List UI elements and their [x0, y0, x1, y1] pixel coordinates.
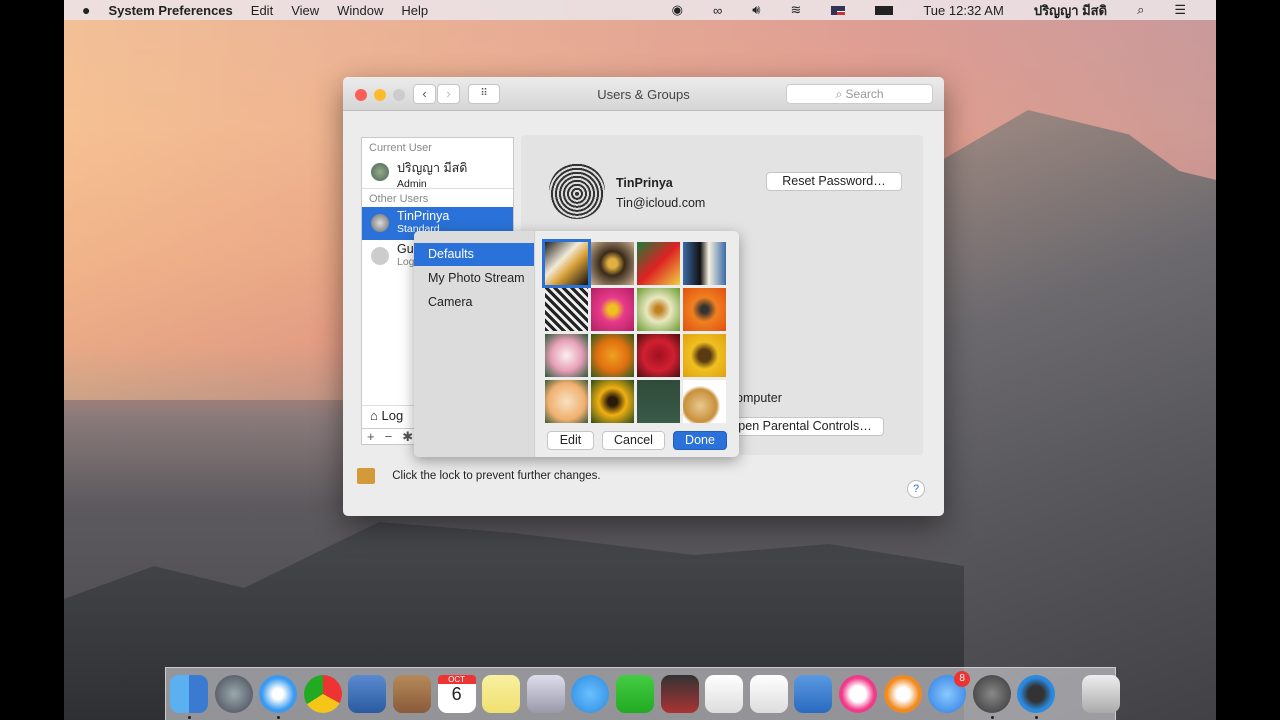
picture-tile-red-rose[interactable] — [637, 334, 680, 377]
house-icon: ⌂ — [370, 408, 378, 423]
running-indicator — [1035, 716, 1039, 719]
dock: OCT 6 8 — [165, 667, 1120, 720]
dock-quicktime-icon[interactable] — [1017, 675, 1056, 713]
login-options-label: Log — [381, 408, 404, 423]
search-icon: ⌕ — [835, 87, 846, 101]
dock-mail-icon[interactable] — [348, 675, 387, 713]
avatar — [371, 163, 389, 181]
dock-finder-icon[interactable] — [170, 675, 208, 713]
menu-edit[interactable]: Edit — [251, 3, 273, 18]
picture-tile-lotus[interactable] — [545, 334, 588, 377]
remove-user-button[interactable]: − — [380, 429, 398, 444]
open-parental-controls-button[interactable]: pen Parental Controls… — [726, 417, 884, 436]
dock-keynote-icon[interactable] — [794, 675, 833, 713]
picture-tile-sunflower[interactable] — [683, 334, 726, 377]
done-button[interactable]: Done — [673, 431, 727, 450]
other-users-header: Other Users — [369, 193, 429, 205]
picture-tile-orange-daisy[interactable] — [683, 288, 726, 331]
user-menu[interactable]: ปริญญา มีสดิ — [1034, 0, 1107, 21]
user-name: ปริญญา มีสดิ — [397, 161, 468, 175]
dock-messages-icon[interactable] — [571, 675, 610, 713]
user-name: TinPrinya — [397, 209, 450, 223]
detail-name: TinPrinya — [616, 176, 673, 190]
dock-itunes-icon[interactable] — [839, 675, 877, 713]
volume-icon[interactable]: 🔊︎ — [752, 2, 760, 18]
calendar-day: 6 — [451, 684, 462, 704]
notification-center-icon[interactable]: ☰ — [1174, 2, 1186, 18]
picture-picker-popover: Defaults My Photo Stream Camera Edit Can… — [414, 231, 739, 457]
picture-source-list: Defaults My Photo Stream Camera — [414, 231, 535, 457]
source-camera[interactable]: Camera — [414, 291, 534, 314]
dock-trash-icon[interactable] — [1082, 675, 1120, 713]
creative-cloud-icon[interactable]: ∞ — [713, 3, 722, 18]
reset-password-button[interactable]: Reset Password… — [766, 172, 902, 191]
dock-ibooks-icon[interactable] — [883, 675, 922, 713]
picture-tile-peach-rose[interactable] — [545, 380, 588, 423]
picture-tile-pink-flower[interactable] — [591, 288, 634, 331]
user-role: Admin — [397, 178, 427, 190]
cancel-button[interactable]: Cancel — [602, 431, 665, 450]
add-user-button[interactable]: + — [362, 429, 380, 444]
search-placeholder: Search — [845, 87, 884, 101]
dock-photo-booth-icon[interactable] — [660, 675, 699, 713]
menu-app[interactable]: System Preferences — [108, 3, 232, 18]
avatar — [371, 214, 389, 232]
picture-tile-black-eyed-susan[interactable] — [591, 380, 634, 423]
menu-bar: ● System Preferences Edit View Window He… — [64, 0, 1216, 20]
running-indicator — [188, 716, 191, 719]
help-button[interactable]: ? — [907, 480, 925, 498]
edit-button[interactable]: Edit — [547, 431, 594, 450]
menu-help[interactable]: Help — [401, 3, 428, 18]
dock-safari-icon[interactable] — [259, 675, 298, 713]
lock-text: Click the lock to prevent further change… — [392, 470, 601, 483]
avatar — [371, 247, 389, 265]
app-store-badge: 8 — [954, 671, 971, 687]
dock-launchpad-icon[interactable] — [214, 675, 253, 713]
picture-tile-owl[interactable] — [591, 242, 634, 285]
record-icon[interactable]: ◉ — [672, 2, 683, 18]
picture-tile-chalkboard[interactable] — [637, 380, 680, 423]
menu-view[interactable]: View — [291, 3, 319, 18]
picture-tile-fortune-cookie[interactable] — [683, 380, 726, 423]
user-picture[interactable] — [549, 163, 605, 219]
title-bar: ‹ › ⠿ Users & Groups ⌕ Search — [343, 77, 944, 111]
spotlight-icon[interactable]: ⌕ — [1137, 2, 1144, 18]
dock-contacts-icon[interactable] — [393, 675, 431, 713]
dock-facetime-icon[interactable] — [616, 675, 654, 713]
clock[interactable]: Tue 12:32 AM — [923, 3, 1003, 18]
running-indicator — [990, 716, 994, 719]
detail-email: Tin@icloud.com — [616, 196, 706, 210]
picture-tile-poppy[interactable] — [591, 334, 634, 377]
running-indicator — [277, 716, 281, 719]
apple-icon[interactable]: ● — [82, 2, 90, 18]
calendar-month: OCT — [437, 675, 476, 684]
dock-textedit-icon[interactable] — [705, 675, 744, 713]
dock-app-store-icon[interactable]: 8 — [928, 671, 971, 713]
picture-tile-zebra[interactable] — [545, 288, 588, 331]
picture-tile-eagle[interactable] — [542, 239, 591, 288]
dock-numbers-icon[interactable] — [749, 675, 788, 713]
dock-calendar-icon[interactable]: OCT 6 — [437, 675, 476, 713]
battery-icon[interactable] — [875, 5, 894, 15]
picture-tile-penguin[interactable] — [683, 242, 726, 285]
picture-tile-dandelion[interactable] — [637, 288, 680, 331]
lock-open-icon[interactable] — [357, 468, 375, 484]
source-defaults[interactable]: Defaults — [414, 243, 534, 266]
dock-chrome-icon[interactable] — [303, 675, 342, 713]
menu-window[interactable]: Window — [337, 3, 383, 18]
search-input[interactable]: ⌕ Search — [786, 84, 933, 104]
dock-system-preferences-icon[interactable] — [972, 675, 1011, 713]
dock-notes-icon[interactable] — [482, 675, 521, 713]
dock-preview-icon[interactable] — [526, 675, 565, 713]
picture-tile-parrot[interactable] — [637, 242, 680, 285]
current-user-header: Current User — [369, 142, 432, 154]
source-my-photo-stream[interactable]: My Photo Stream — [414, 267, 534, 290]
letterbox-right — [1216, 0, 1280, 720]
administer-computer-label: omputer — [736, 391, 782, 405]
letterbox-left — [0, 0, 64, 720]
user-row-current[interactable]: ปริญญา มีสดิ Admin — [362, 156, 513, 190]
flag-icon[interactable] — [831, 5, 846, 15]
wifi-icon[interactable]: ≋ — [790, 2, 801, 18]
